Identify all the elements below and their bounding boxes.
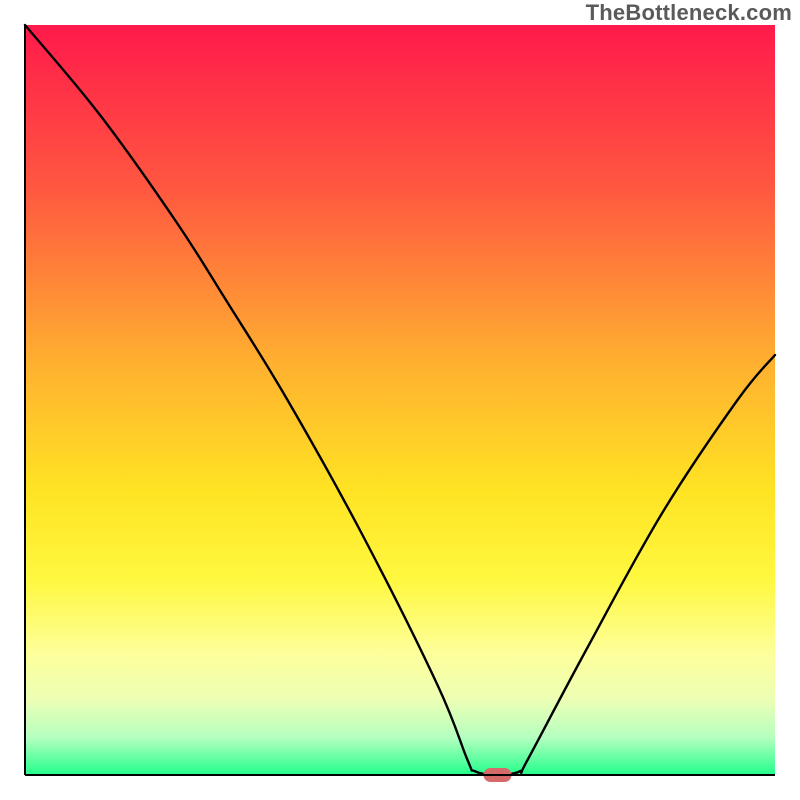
plot-background [25,25,775,775]
bottleneck-plot [0,0,800,800]
branding-label: TheBottleneck.com [586,0,792,26]
chart-container: TheBottleneck.com [0,0,800,800]
